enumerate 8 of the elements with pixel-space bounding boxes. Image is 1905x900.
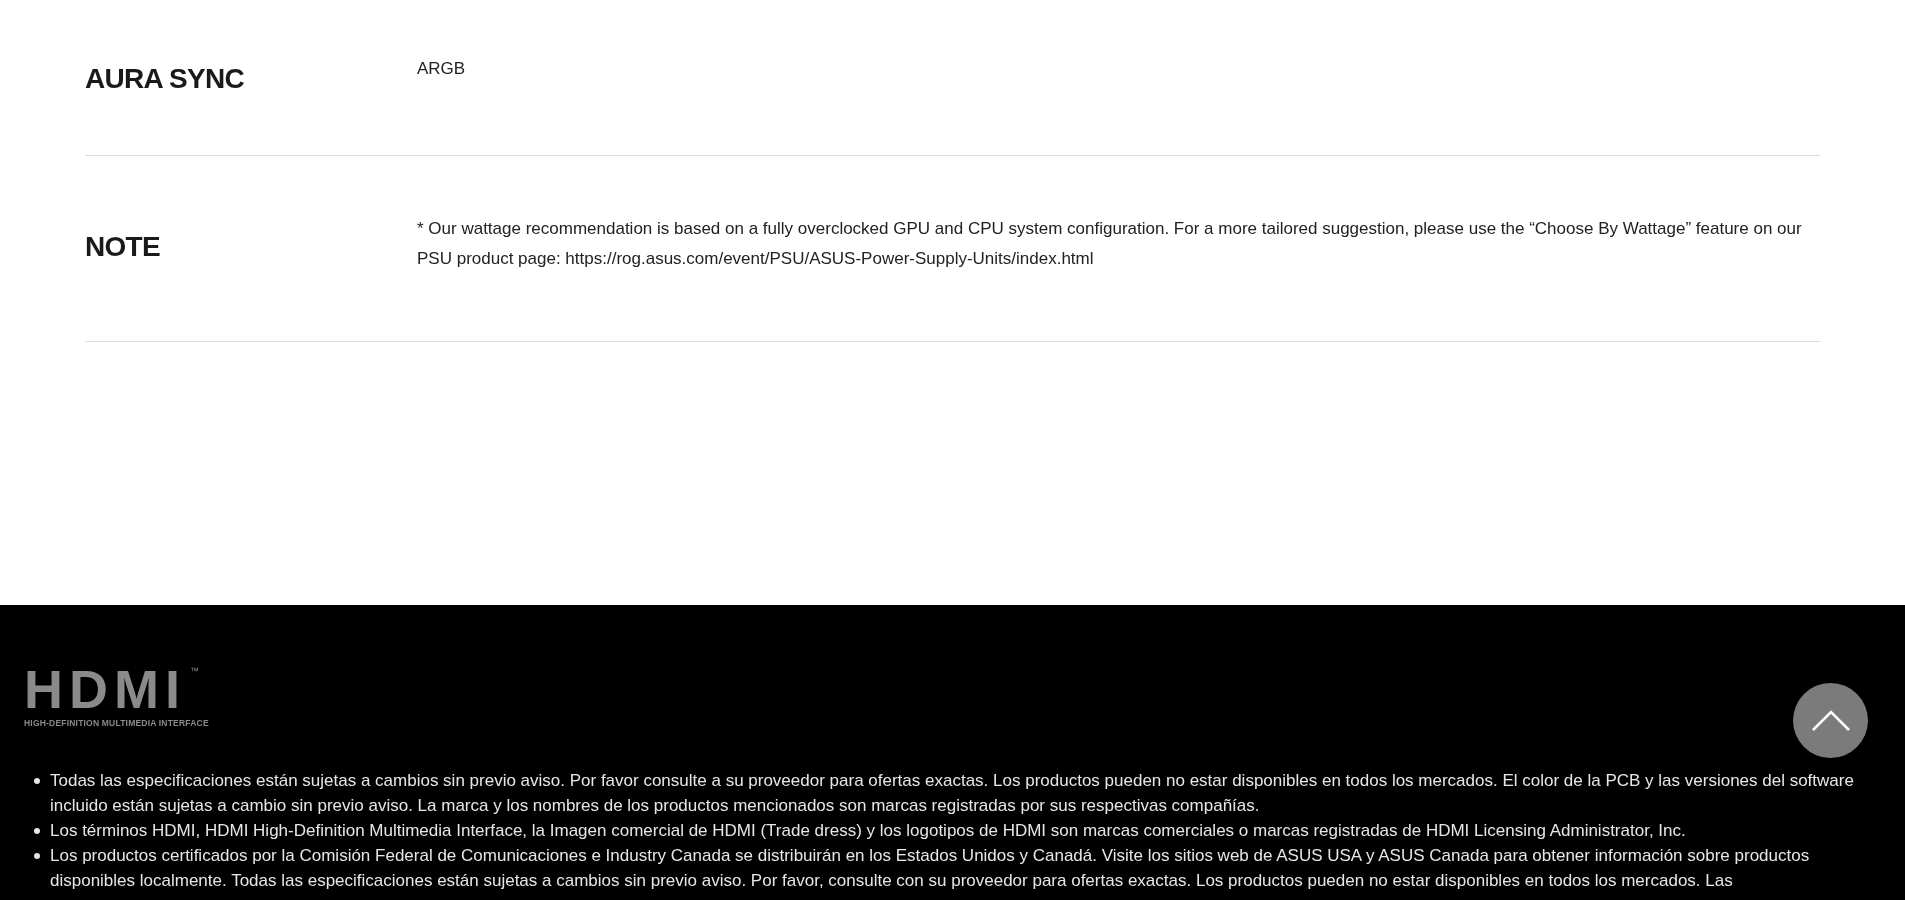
disclaimer-text: Los términos HDMI, HDMI High-Definition Multimedia Interface, la Imagen comercial de HDMI (Trade dress) y los logotipos de HDMI son marcas comerciales o marcas registradas de HDMI Licensing Administrator, Inc. (50, 819, 1686, 842)
hdmi-logo: HDMI™ HIGH-DEFINITION MULTIMEDIA INTERFACE (24, 665, 210, 730)
spec-label: NOTE (85, 230, 161, 264)
spec-value: * Our wattage recommendation is based on a fully overclocked GPU and CPU system configuration. For a more tailored suggestion, please use the “Choose By Wattage” feature on our PSU product page: https://rog.asus.com/event/PSU/ASUS-Power-Supply-Units/index.html (417, 218, 1803, 270)
disclaimer-text: Todas las especificaciones están sujetas a cambios sin previo aviso. Por favor consulte a su proveedor para ofertas exactas. Los productos pueden no estar disponibles en todos los mercados. El color de la PCB y las versiones del software incluido están sujetas a cambio sin previo aviso. La marca y los nombres de los productos mencionados son marcas registradas por sus respectivas compañías. (50, 769, 1855, 817)
spec-value: ARGB (417, 58, 466, 80)
spec-label: AURA SYNC (85, 62, 246, 96)
disclaimer-text: Los productos certificados por la Comisión Federal de Comunicaciones e Industry Canada se distribuirán en los Estados Unidos y Canadá. Visite los sitios web de ASUS USA y ASUS Canada para obtener información sobre productos disponibles localmente. Todas las especificaciones están sujetas a cambios sin previo aviso. Por favor, consulte con su proveedor para ofertas exactas. Los productos pueden no estar disponibles en todos los mercados. Las (50, 844, 1811, 892)
